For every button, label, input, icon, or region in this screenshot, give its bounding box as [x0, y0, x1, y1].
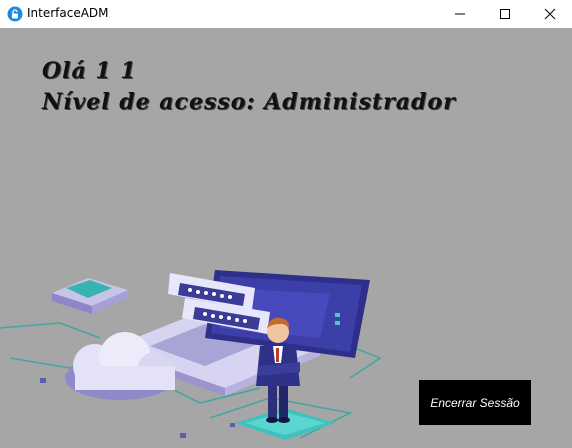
access-level-text: Nível de acesso: Administrador — [42, 89, 456, 115]
logout-button[interactable]: Encerrar Sessão — [419, 380, 531, 425]
title-bar: InterfaceADM — [0, 0, 572, 28]
close-button[interactable] — [527, 0, 572, 28]
minimize-icon — [454, 13, 465, 15]
app-window: InterfaceADM Olá 1 1 Nível de acesso: Ad… — [0, 0, 572, 448]
maximize-button[interactable] — [482, 0, 527, 28]
app-lock-icon — [7, 6, 23, 22]
window-title: InterfaceADM — [27, 6, 109, 20]
admin-laptop-cloud-illustration — [0, 270, 382, 440]
maximize-icon — [499, 9, 510, 19]
greeting-text: Olá 1 1 — [42, 58, 137, 84]
minimize-button[interactable] — [437, 0, 482, 28]
close-icon — [544, 8, 555, 20]
main-panel: Olá 1 1 Nível de acesso: Administrador E… — [0, 28, 572, 448]
